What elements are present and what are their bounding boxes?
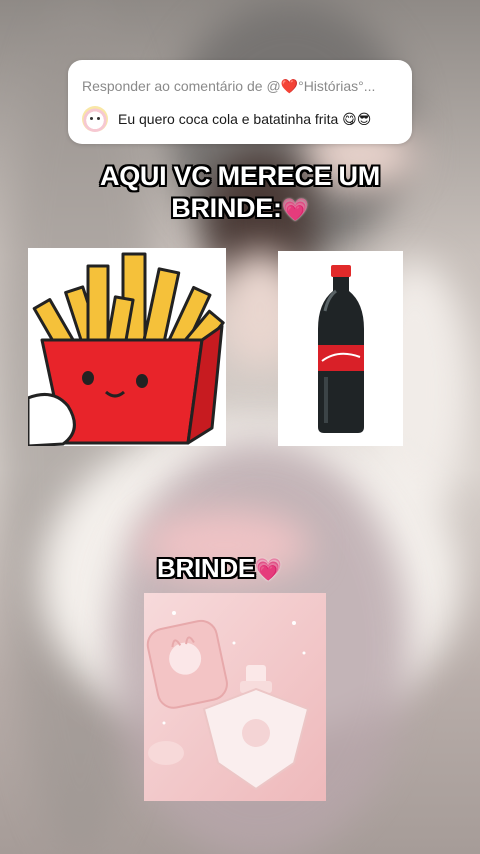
caption-top: AQUI VC MERECE UM BRINDE:💗 — [0, 160, 480, 226]
comment-text: Eu quero coca cola e batatinha frita 😋😎 — [118, 110, 372, 127]
heart-icon: 💗 — [254, 557, 282, 583]
caption-brinde-text: BRINDE — [157, 553, 255, 583]
reply-comment-bubble[interactable]: Responder ao comentário de @❤️°Histórias… — [68, 60, 412, 144]
caption-brinde: BRINDE💗 — [157, 553, 282, 584]
heart-icon: 💗 — [281, 196, 309, 222]
gift-products-image — [144, 593, 326, 801]
caption-line-2: BRINDE: — [171, 193, 282, 223]
fries-image — [28, 248, 226, 446]
caption-line-1: AQUI VC MERECE UM — [100, 161, 380, 191]
coca-cola-bottle-image — [278, 251, 403, 446]
commenter-avatar — [82, 106, 108, 132]
reply-to-label: Responder ao comentário de @❤️°Histórias… — [82, 78, 376, 94]
